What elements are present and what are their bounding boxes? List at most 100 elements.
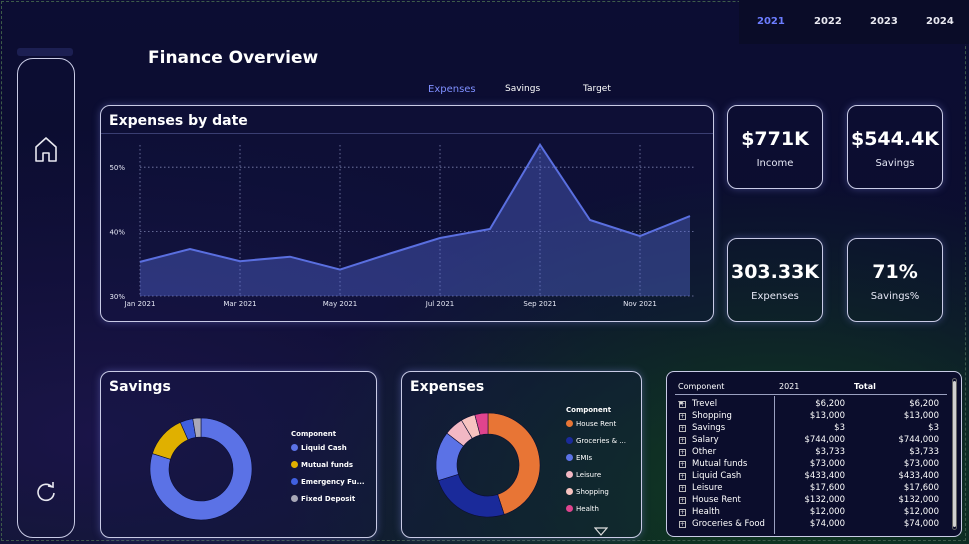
matrix-header-component[interactable]: Component	[678, 382, 724, 391]
matrix-header-divider	[675, 394, 947, 395]
table-row[interactable]: + Groceries & Food $74,000 $74,000	[667, 519, 957, 531]
y-tick-label: 30%	[109, 293, 125, 301]
legend-dot	[291, 478, 298, 485]
expenses-title: Expenses	[410, 379, 485, 395]
expand-icon[interactable]: +	[679, 413, 686, 420]
legend-label: Liquid Cash	[301, 444, 347, 452]
row-2021: $17,600	[809, 483, 845, 493]
legend-dot	[291, 444, 298, 451]
expand-icon[interactable]: +	[679, 473, 686, 480]
tab-target[interactable]: Target	[583, 84, 611, 94]
table-row[interactable]: + Savings $3 $3	[667, 423, 957, 435]
kpi-savings-card: $544.4K Savings	[847, 105, 943, 189]
legend-label: Leisure	[576, 471, 602, 479]
expand-icon[interactable]: +	[679, 521, 686, 528]
refresh-icon[interactable]	[33, 479, 59, 505]
expenses-legend-item: Health	[566, 505, 599, 513]
expand-icon[interactable]: +	[679, 401, 686, 408]
year-2023[interactable]: 2023	[870, 16, 898, 27]
row-component: Shopping	[692, 411, 732, 421]
row-total: $12,000	[903, 507, 939, 517]
row-component: House Rent	[692, 495, 741, 505]
x-tick-label: Sep 2021	[523, 300, 556, 308]
table-row[interactable]: + Health $12,000 $12,000	[667, 507, 957, 519]
row-component: Groceries & Food	[692, 519, 765, 529]
tab-expenses[interactable]: Expenses	[428, 84, 476, 95]
savings-legend-item: Emergency Fu...	[291, 478, 365, 486]
expand-icon[interactable]: +	[679, 425, 686, 432]
row-component: Health	[692, 507, 720, 517]
row-component: Savings	[692, 423, 726, 433]
kpi-expenses-label: Expenses	[751, 291, 799, 302]
legend-dot	[566, 505, 573, 512]
expand-icon[interactable]: +	[679, 485, 686, 492]
legend-dot	[566, 437, 573, 444]
expand-icon[interactable]: +	[679, 461, 686, 468]
sidebar	[17, 58, 75, 538]
row-2021: $74,000	[809, 519, 845, 529]
row-total: $74,000	[903, 519, 939, 529]
legend-dot	[566, 471, 573, 478]
expenses-legend-item: Leisure	[566, 471, 601, 479]
expand-icon[interactable]: +	[679, 509, 686, 516]
expand-icon[interactable]: +	[679, 497, 686, 504]
row-total: $73,000	[903, 459, 939, 469]
expenses-legend-item: Shopping	[566, 488, 609, 496]
row-total: $6,200	[909, 399, 939, 409]
legend-label: Groceries & ...	[576, 437, 626, 445]
matrix-header-year[interactable]: 2021	[779, 382, 799, 391]
x-tick-label: Jul 2021	[425, 300, 455, 308]
table-row[interactable]: + Salary $744,000 $744,000	[667, 435, 957, 447]
legend-label: Mutual funds	[301, 461, 354, 469]
savings-legend-item: Mutual funds	[291, 461, 353, 469]
table-row[interactable]: + Mutual funds $73,000 $73,000	[667, 459, 957, 471]
x-tick-label: Nov 2021	[623, 300, 657, 308]
year-2022[interactable]: 2022	[814, 16, 842, 27]
table-row[interactable]: + Other $3,733 $3,733	[667, 447, 957, 459]
matrix-scrollbar-thumb[interactable]	[953, 381, 956, 527]
row-2021: $3,733	[815, 447, 845, 457]
page-title: Finance Overview	[148, 48, 319, 68]
table-row[interactable]: + Trevel $6,200 $6,200	[667, 399, 957, 411]
row-total: $433,400	[898, 471, 939, 481]
row-2021: $12,000	[809, 507, 845, 517]
home-icon[interactable]	[33, 135, 59, 162]
tab-savings[interactable]: Savings	[505, 84, 540, 94]
expenses-legend-item: EMIs	[566, 454, 592, 462]
expenses-legend-item: House Rent	[566, 420, 616, 428]
savings-card: Savings Component Liquid Cash Mutual fun…	[100, 371, 377, 538]
legend-dot	[566, 454, 573, 461]
savings-title: Savings	[109, 379, 171, 395]
legend-scroll-down-icon[interactable]	[593, 521, 609, 540]
legend-label: Health	[576, 505, 599, 513]
expand-icon[interactable]: +	[679, 449, 686, 456]
legend-dot	[566, 420, 573, 427]
year-slicer: 2021 2022 2023 2024	[739, 0, 969, 44]
table-row[interactable]: + Liquid Cash $433,400 $433,400	[667, 471, 957, 483]
sidebar-top-bar	[17, 48, 73, 56]
year-2024[interactable]: 2024	[926, 16, 954, 27]
legend-label: Shopping	[576, 488, 609, 496]
table-row[interactable]: + Leisure $17,600 $17,600	[667, 483, 957, 495]
donut-slice[interactable]	[438, 473, 505, 518]
row-total: $744,000	[898, 435, 939, 445]
row-component: Other	[692, 447, 717, 457]
row-2021: $132,000	[804, 495, 845, 505]
row-2021: $6,200	[815, 399, 845, 409]
expenses-donut-chart	[435, 412, 541, 518]
row-total: $17,600	[903, 483, 939, 493]
kpi-expenses-value: 303.33K	[730, 261, 820, 283]
kpi-income-label: Income	[756, 158, 794, 169]
expand-icon[interactable]: +	[679, 437, 686, 444]
area-fill	[140, 144, 690, 296]
row-total: $13,000	[903, 411, 939, 421]
row-total: $132,000	[898, 495, 939, 505]
year-2021[interactable]: 2021	[757, 16, 785, 27]
row-2021: $433,400	[804, 471, 845, 481]
table-row[interactable]: + Shopping $13,000 $13,000	[667, 411, 957, 423]
row-component: Leisure	[692, 483, 723, 493]
expenses-legend-title: Component	[566, 406, 612, 414]
matrix-header-total[interactable]: Total	[854, 382, 876, 391]
table-row[interactable]: + House Rent $132,000 $132,000	[667, 495, 957, 507]
row-total: $3	[928, 423, 939, 433]
